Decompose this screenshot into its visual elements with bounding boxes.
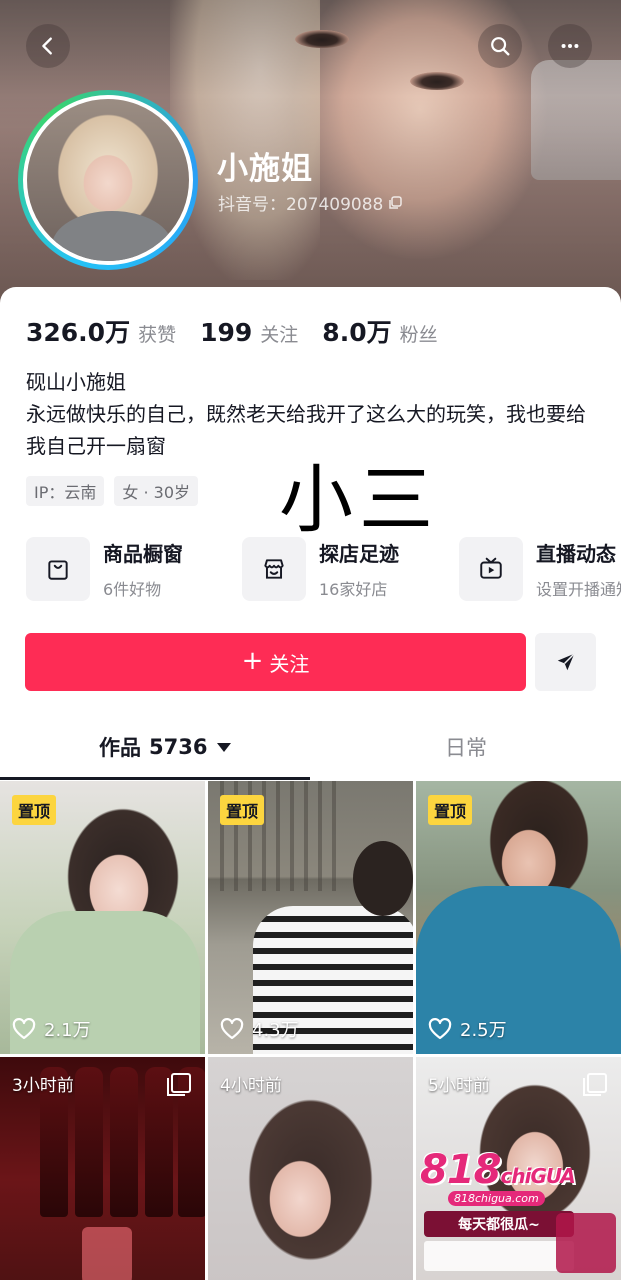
heart-icon: [220, 1018, 244, 1040]
tab-daily[interactable]: 日常: [445, 732, 487, 762]
follow-button[interactable]: + 关注: [25, 633, 526, 691]
feature-store-visits[interactable]: 探店足迹 16家好店: [242, 537, 399, 601]
plus-icon: +: [241, 645, 264, 676]
feature-showcase[interactable]: 商品橱窗 6件好物: [26, 537, 183, 601]
pinned-badge: 置顶: [12, 795, 57, 825]
feature-live[interactable]: 直播动态 设置开播通知: [459, 537, 621, 601]
gender-age-tag: 女 · 30岁: [114, 476, 198, 506]
video-likes-count: 2.5万: [460, 1020, 507, 1041]
feature-subtitle: 6件好物: [103, 580, 162, 599]
douyin-id[interactable]: 抖音号：207409088: [218, 190, 403, 215]
bio-line: 砚山小施姐: [26, 370, 126, 394]
tab-daily-label: 日常: [445, 736, 487, 760]
feature-title: 探店足迹: [319, 542, 399, 566]
content-tabs: 作品 5736 日常: [0, 720, 621, 780]
feature-subtitle: 设置开播通知: [536, 580, 621, 599]
feature-subtitle: 16家好店: [319, 580, 388, 599]
ad-slogan: 每天都很瓜~: [424, 1211, 574, 1237]
send-icon: [557, 653, 575, 671]
chevron-left-icon: [42, 37, 52, 55]
following-count[interactable]: 199: [200, 318, 252, 347]
feature-title: 直播动态: [536, 542, 616, 566]
profile-name: 小施姐: [217, 151, 313, 187]
likes-count: 326.0万: [26, 318, 131, 347]
video-thumbnail[interactable]: 5小时前 818chiGUA 818chigua.com 每天都很瓜~: [416, 1057, 621, 1280]
shopping-bag-icon: [26, 537, 90, 601]
video-likes: 2.1万: [12, 1016, 91, 1042]
video-time: 5小时前: [428, 1076, 490, 1096]
tab-underline: [0, 777, 310, 780]
ad-strip: [424, 1241, 574, 1271]
ip-location-tag: IP：云南: [26, 476, 105, 506]
stats-row: 326.0万 获赞 199 关注 8.0万 粉丝: [26, 313, 462, 349]
followers-count[interactable]: 8.0万: [322, 313, 391, 349]
video-time: 3小时前: [12, 1076, 74, 1096]
pinned-badge: 置顶: [428, 795, 473, 825]
video-likes-count: 4.3万: [252, 1020, 299, 1041]
avatar-body: [52, 211, 172, 261]
feature-row: 商品橱窗 6件好物 探店足迹 16家好店 直播动态 设置开播通知: [26, 537, 621, 603]
douyin-id-text: 抖音号：207409088: [218, 195, 384, 215]
tab-works[interactable]: 作品 5736: [99, 732, 232, 762]
video-thumbnail[interactable]: 置顶 2.5万: [416, 781, 621, 1054]
tab-works-count: 5736: [149, 735, 208, 759]
share-button[interactable]: [535, 633, 596, 691]
store-icon: [242, 537, 306, 601]
ad-url: 818chigua.com: [448, 1191, 545, 1206]
search-button[interactable]: [478, 24, 522, 68]
more-icon: [561, 43, 579, 49]
overlay-caption: 小三: [279, 457, 439, 543]
multi-image-icon: [583, 1073, 607, 1096]
video-likes: 2.5万: [428, 1016, 507, 1042]
watermark-ad: 818chiGUA 818chigua.com 每天都很瓜~: [416, 1147, 621, 1273]
heart-icon: [12, 1018, 36, 1040]
video-time: 4小时前: [220, 1076, 282, 1096]
feature-title: 商品橱窗: [103, 542, 183, 566]
video-thumbnail[interactable]: 3小时前: [0, 1057, 205, 1280]
video-thumbnail[interactable]: 置顶 4.3万: [208, 781, 413, 1054]
avatar-image: [23, 95, 193, 265]
video-thumbnail[interactable]: 置顶 2.1万: [0, 781, 205, 1054]
video-likes: 4.3万: [220, 1016, 299, 1042]
multi-image-icon: [167, 1073, 191, 1096]
follow-label: 关注: [269, 651, 310, 676]
pinned-badge: 置顶: [220, 795, 265, 825]
copy-icon: [389, 195, 403, 209]
caret-down-icon: [217, 742, 232, 752]
profile-tags: IP：云南 女 · 30岁: [26, 476, 198, 506]
heart-icon: [428, 1018, 452, 1040]
video-likes-count: 2.1万: [44, 1020, 91, 1041]
tab-works-label: 作品: [99, 736, 141, 760]
ad-badge: [556, 1213, 616, 1273]
ad-logo: 818chiGUA: [420, 1147, 576, 1193]
avatar[interactable]: [18, 90, 198, 270]
video-grid: 置顶 2.1万 置顶 4.3万 置顶 2.5万 3小时前 4小时前 5小时前 8…: [0, 781, 621, 1280]
search-icon: [491, 37, 510, 56]
tv-icon: [459, 537, 523, 601]
back-button[interactable]: [26, 24, 70, 68]
likes-label: 获赞: [138, 324, 177, 346]
video-thumbnail[interactable]: 4小时前: [208, 1057, 413, 1280]
following-label[interactable]: 关注: [260, 320, 298, 347]
followers-label[interactable]: 粉丝: [400, 320, 438, 347]
more-button[interactable]: [548, 24, 592, 68]
